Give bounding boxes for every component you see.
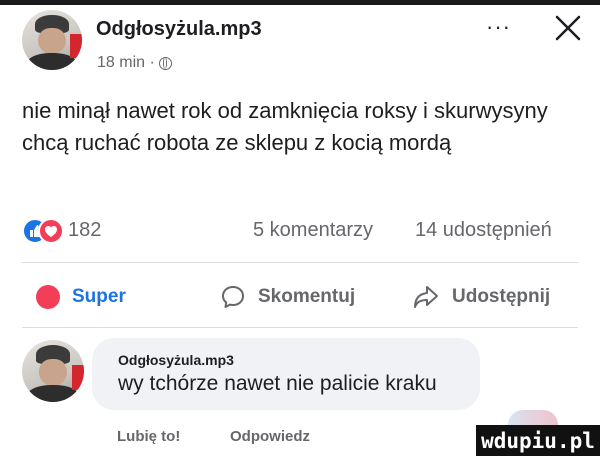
share-label: Udostępnij — [452, 286, 551, 307]
super-reaction-icon — [36, 285, 60, 309]
comment-button[interactable]: Skomentuj — [220, 282, 355, 312]
author-avatar[interactable] — [22, 10, 82, 70]
shares-count[interactable]: 14 udostępnień — [415, 219, 552, 242]
divider — [22, 262, 578, 263]
super-reaction-button[interactable]: Super — [36, 282, 126, 312]
top-border — [0, 0, 600, 5]
more-options-icon[interactable]: ··· — [486, 14, 511, 40]
reaction-count[interactable]: 182 — [68, 219, 101, 242]
comment-reply-link[interactable]: Odpowiedz — [230, 428, 310, 445]
comments-count[interactable]: 5 komentarzy — [253, 219, 373, 242]
post-text: nie minął nawet rok od zamknięcia roksy … — [22, 98, 548, 155]
divider — [22, 327, 578, 328]
comment-label: Skomentuj — [258, 286, 356, 307]
post-time[interactable]: 18 min · — [97, 54, 155, 72]
comment-text: wy tchórze nawet nie palicie kraku — [118, 372, 437, 395]
comment-like-link[interactable]: Lubię to! — [117, 428, 180, 445]
super-label: Super — [72, 286, 126, 307]
close-icon[interactable] — [550, 10, 586, 46]
share-arrow-icon — [414, 286, 438, 308]
reaction-peek — [508, 410, 558, 425]
globe-icon — [158, 56, 172, 70]
share-button[interactable]: Udostępnij — [412, 282, 550, 312]
commenter-avatar[interactable] — [22, 340, 84, 402]
post-author-name[interactable]: Odgłosyżula.mp3 — [96, 18, 262, 41]
love-reaction-icon[interactable] — [38, 218, 64, 244]
post-meta: 18 min · — [97, 54, 172, 72]
site-watermark: wdupiu.pl — [476, 425, 600, 456]
comment-bubble-icon — [222, 286, 244, 308]
post-stats: 182 5 komentarzy 14 udostępnień — [22, 216, 578, 244]
comment-author-name[interactable]: Odgłosyżula.mp3 — [118, 352, 234, 368]
